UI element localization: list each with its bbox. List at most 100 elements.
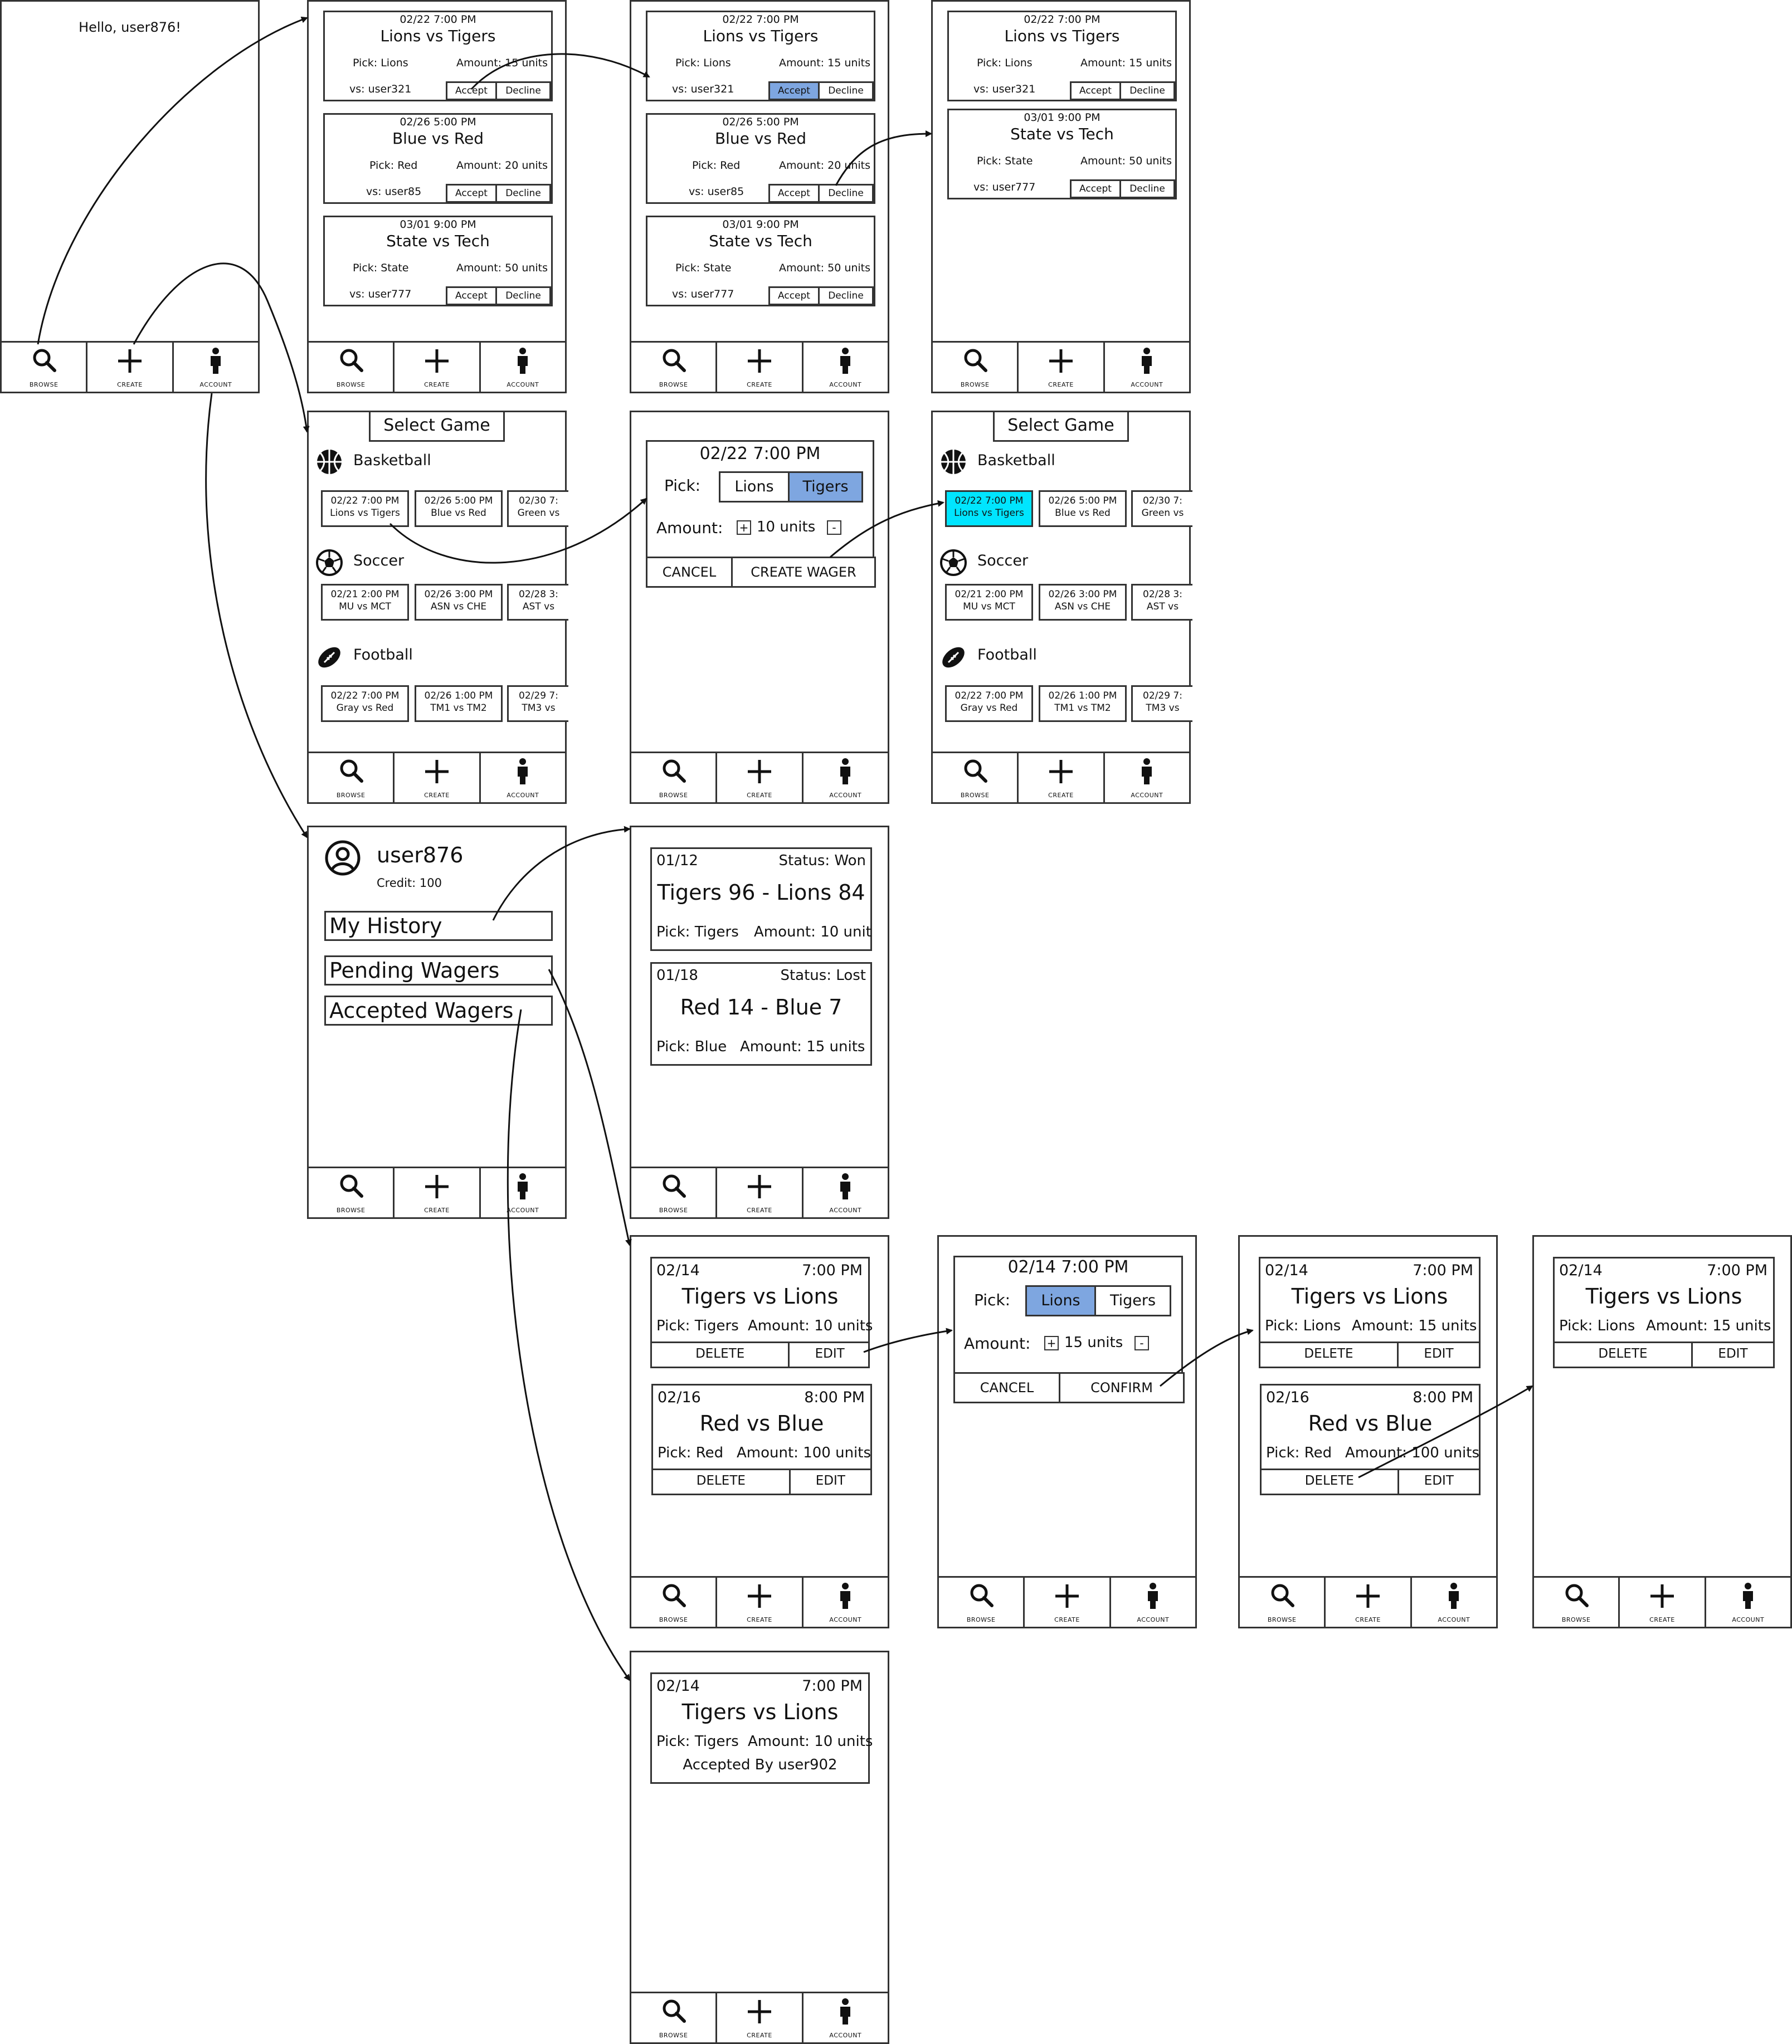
nav-browse-button[interactable]: BROWSE <box>631 1578 718 1627</box>
accepted-wagers-link[interactable]: Accepted Wagers <box>324 996 553 1026</box>
game-tile-selected[interactable]: 02/22 7:00 PM Lions vs Tigers <box>945 490 1033 527</box>
game-tile[interactable]: 02/21 2:00 PM MU vs MCT <box>945 584 1033 621</box>
delete-button[interactable]: DELETE <box>653 1470 791 1494</box>
nav-account-button[interactable]: ACCOUNT <box>1105 753 1189 802</box>
nav-account-button[interactable]: ACCOUNT <box>174 343 258 392</box>
decline-button[interactable]: Decline <box>495 286 551 305</box>
nav-browse-button[interactable]: BROWSE <box>631 343 718 392</box>
nav-browse-button[interactable]: BROWSE <box>309 1168 395 1217</box>
nav-browse-button[interactable]: BROWSE <box>631 1993 718 2042</box>
decline-button[interactable]: Decline <box>818 81 874 100</box>
game-tile[interactable]: 02/22 7:00 PM Gray vs Red <box>945 685 1033 722</box>
accept-button[interactable]: Accept <box>446 184 497 203</box>
accept-button[interactable]: Accept <box>768 184 820 203</box>
nav-account-button[interactable]: ACCOUNT <box>481 1168 565 1217</box>
game-tile[interactable]: 02/26 1:00 PM TM1 vs TM2 <box>1039 685 1127 722</box>
nav-browse-button[interactable]: BROWSE <box>1534 1578 1620 1627</box>
decrease-button[interactable]: - <box>827 520 841 535</box>
accept-button[interactable]: Accept <box>446 286 497 305</box>
edit-button[interactable]: EDIT <box>790 1343 870 1367</box>
nav-create-button[interactable]: CREATE <box>717 1578 804 1627</box>
nav-account-button[interactable]: ACCOUNT <box>1412 1578 1496 1627</box>
nav-create-button[interactable]: CREATE <box>1620 1578 1706 1627</box>
nav-create-button[interactable]: CREATE <box>395 343 481 392</box>
nav-create-button[interactable]: CREATE <box>87 343 174 392</box>
pick-option-tigers[interactable]: Tigers <box>788 471 863 503</box>
game-tile[interactable]: 02/22 7:00 PM Lions vs Tigers <box>321 490 409 527</box>
nav-create-button[interactable]: CREATE <box>717 1993 804 2042</box>
pending-wagers-link[interactable]: Pending Wagers <box>324 955 553 986</box>
nav-create-button[interactable]: CREATE <box>395 1168 481 1217</box>
game-tile[interactable]: 02/21 2:00 PM MU vs MCT <box>321 584 409 621</box>
cancel-button[interactable]: CANCEL <box>953 1372 1060 1403</box>
game-tile[interactable]: 02/28 3: AST vs <box>507 584 568 621</box>
nav-create-button[interactable]: CREATE <box>395 753 481 802</box>
decline-button[interactable]: Decline <box>495 184 551 203</box>
game-tile[interactable]: 02/30 7: Green vs <box>1131 490 1192 527</box>
decline-button[interactable]: Decline <box>1119 179 1175 198</box>
nav-account-button[interactable]: ACCOUNT <box>1105 343 1189 392</box>
delete-button[interactable]: DELETE <box>1260 1343 1399 1367</box>
nav-create-button[interactable]: CREATE <box>1019 343 1105 392</box>
accept-button[interactable]: Accept <box>768 286 820 305</box>
nav-create-button[interactable]: CREATE <box>1025 1578 1111 1627</box>
cancel-button[interactable]: CANCEL <box>646 557 733 588</box>
nav-account-button[interactable]: ACCOUNT <box>481 753 565 802</box>
increase-button[interactable]: + <box>1044 1336 1059 1350</box>
decrease-button[interactable]: - <box>1134 1336 1149 1350</box>
my-history-link[interactable]: My History <box>324 911 553 941</box>
nav-account-button[interactable]: ACCOUNT <box>804 1168 888 1217</box>
game-tile[interactable]: 02/30 7: Green vs <box>507 490 568 527</box>
edit-button[interactable]: EDIT <box>1399 1470 1479 1494</box>
nav-browse-button[interactable]: BROWSE <box>309 343 395 392</box>
nav-account-button[interactable]: ACCOUNT <box>804 753 888 802</box>
nav-browse-button[interactable]: BROWSE <box>631 1168 718 1217</box>
delete-button[interactable]: DELETE <box>652 1343 790 1367</box>
game-tile[interactable]: 02/26 3:00 PM ASN vs CHE <box>1039 584 1127 621</box>
confirm-button[interactable]: CONFIRM <box>1059 1372 1185 1403</box>
nav-create-button[interactable]: CREATE <box>1326 1578 1412 1627</box>
nav-account-button[interactable]: ACCOUNT <box>804 1993 888 2042</box>
game-tile[interactable]: 02/22 7:00 PM Gray vs Red <box>321 685 409 722</box>
nav-account-button[interactable]: ACCOUNT <box>804 343 888 392</box>
nav-account-button[interactable]: ACCOUNT <box>1706 1578 1790 1627</box>
accept-button[interactable]: Accept <box>1070 81 1121 100</box>
nav-create-button[interactable]: CREATE <box>717 753 804 802</box>
nav-create-button[interactable]: CREATE <box>717 343 804 392</box>
game-tile[interactable]: 02/26 5:00 PM Blue vs Red <box>415 490 503 527</box>
delete-button[interactable]: DELETE <box>1555 1343 1693 1367</box>
game-tile[interactable]: 02/28 3: AST vs <box>1131 584 1192 621</box>
decline-button[interactable]: Decline <box>818 286 874 305</box>
nav-browse-button[interactable]: BROWSE <box>631 753 718 802</box>
decline-button[interactable]: Decline <box>495 81 551 100</box>
nav-account-button[interactable]: ACCOUNT <box>804 1578 888 1627</box>
edit-button[interactable]: EDIT <box>791 1470 870 1494</box>
accept-button-pressed[interactable]: Accept <box>768 81 820 100</box>
edit-button[interactable]: EDIT <box>1399 1343 1479 1367</box>
nav-account-button[interactable]: ACCOUNT <box>481 343 565 392</box>
accept-button[interactable]: Accept <box>1070 179 1121 198</box>
nav-create-button[interactable]: CREATE <box>717 1168 804 1217</box>
delete-button[interactable]: DELETE <box>1262 1470 1399 1494</box>
nav-create-button[interactable]: CREATE <box>1019 753 1105 802</box>
nav-browse-button[interactable]: BROWSE <box>309 753 395 802</box>
game-tile[interactable]: 02/26 5:00 PM Blue vs Red <box>1039 490 1127 527</box>
edit-button[interactable]: EDIT <box>1693 1343 1773 1367</box>
game-tile[interactable]: 02/29 7: TM3 vs <box>1131 685 1192 722</box>
nav-account-button[interactable]: ACCOUNT <box>1111 1578 1195 1627</box>
pick-option-lions[interactable]: Lions <box>719 471 790 503</box>
accept-button[interactable]: Accept <box>446 81 497 100</box>
create-wager-button[interactable]: CREATE WAGER <box>731 557 876 588</box>
decline-button[interactable]: Decline <box>818 184 874 203</box>
increase-button[interactable]: + <box>737 520 751 535</box>
pick-option-tigers[interactable]: Tigers <box>1094 1285 1171 1316</box>
game-tile[interactable]: 02/29 7: TM3 vs <box>507 685 568 722</box>
nav-browse-button[interactable]: BROWSE <box>2 343 88 392</box>
nav-browse-button[interactable]: BROWSE <box>1240 1578 1326 1627</box>
nav-browse-button[interactable]: BROWSE <box>939 1578 1025 1627</box>
nav-browse-button[interactable]: BROWSE <box>933 753 1019 802</box>
game-tile[interactable]: 02/26 3:00 PM ASN vs CHE <box>415 584 503 621</box>
decline-button[interactable]: Decline <box>1119 81 1175 100</box>
nav-browse-button[interactable]: BROWSE <box>933 343 1019 392</box>
game-tile[interactable]: 02/26 1:00 PM TM1 vs TM2 <box>415 685 503 722</box>
